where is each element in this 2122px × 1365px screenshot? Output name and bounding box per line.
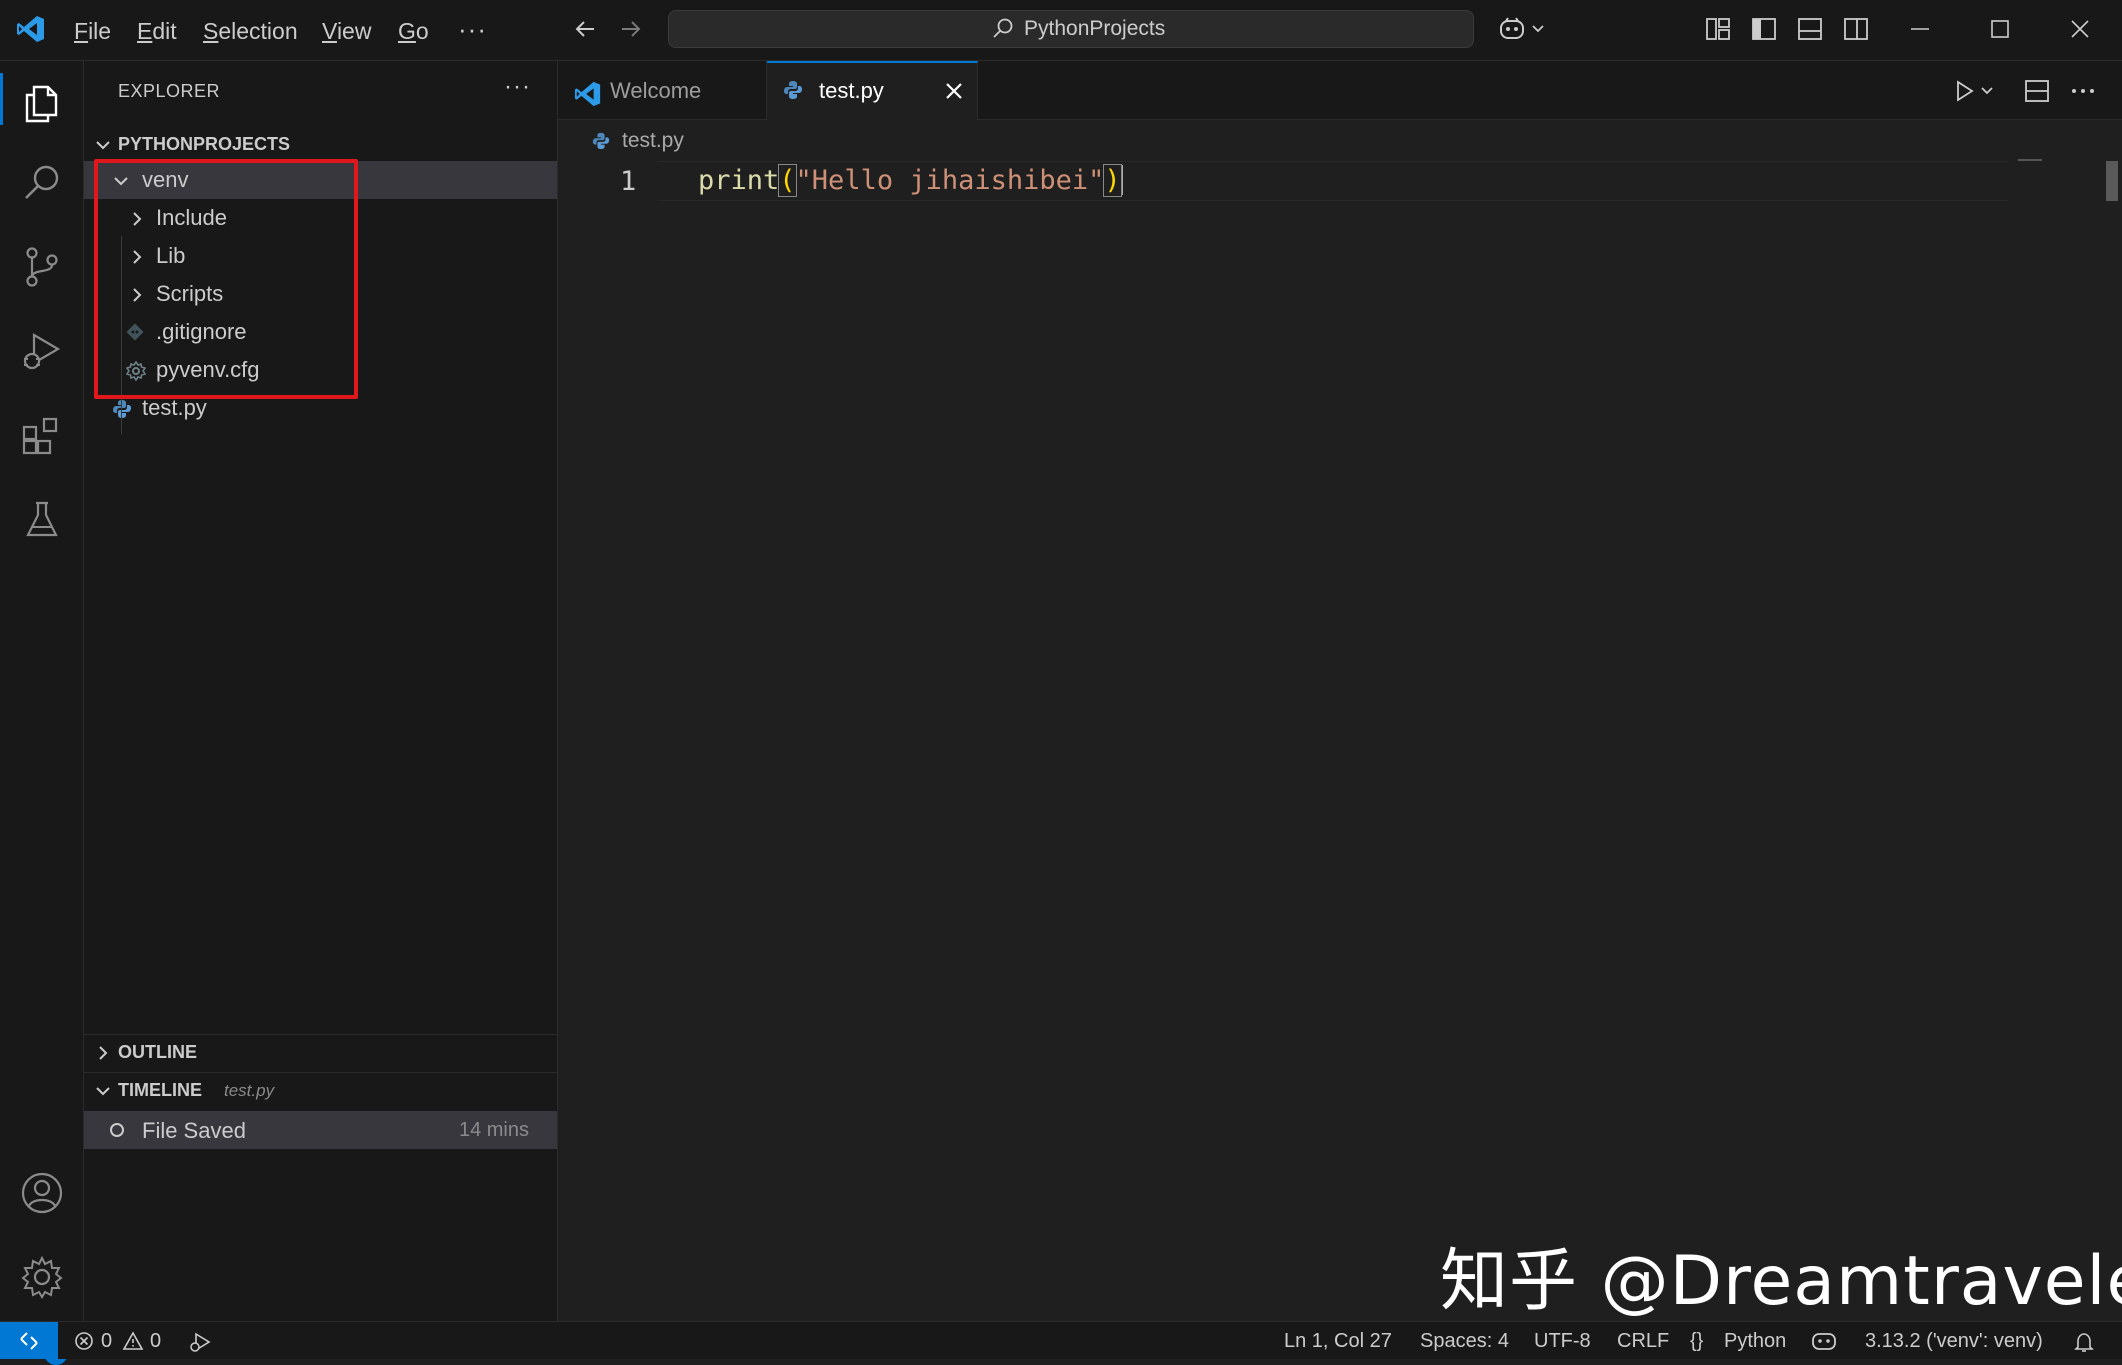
- editor-area: Welcome test.py test.py 1 print("Hello j…: [558, 61, 2122, 1321]
- copilot-icon[interactable]: [1498, 16, 1546, 42]
- testing-flask-icon[interactable]: [20, 497, 64, 541]
- extensions-icon[interactable]: [20, 413, 64, 457]
- language-braces-icon[interactable]: {}: [1690, 1330, 1703, 1353]
- outline-section-header[interactable]: OUTLINE: [84, 1035, 557, 1069]
- accounts-icon[interactable]: [20, 1171, 64, 1215]
- menu-go[interactable]: Go: [398, 16, 429, 46]
- cursor-position[interactable]: Ln 1, Col 27: [1284, 1330, 1392, 1353]
- close-tab-icon[interactable]: [943, 80, 965, 102]
- timeline-entry[interactable]: File Saved 14 mins: [84, 1111, 557, 1149]
- title-bar: File Edit Selection View Go ··· PythonPr…: [0, 0, 2122, 61]
- maximize-icon[interactable]: [1988, 16, 2012, 42]
- toggle-panel-icon[interactable]: [1797, 16, 1823, 42]
- more-menu-button[interactable]: ···: [458, 14, 487, 45]
- timeline-section-header[interactable]: TIMELINE test.py: [84, 1073, 557, 1107]
- minimize-icon[interactable]: [1908, 16, 1932, 42]
- menu-selection[interactable]: Selection: [203, 16, 298, 46]
- vertical-scrollbar[interactable]: [2106, 161, 2118, 201]
- settings-gear-icon[interactable]: [20, 1255, 64, 1299]
- error-count[interactable]: 0: [101, 1330, 112, 1353]
- chevron-down-icon: [94, 1082, 112, 1100]
- token-bracket-open: (: [778, 164, 797, 197]
- activity-bar: 1: [0, 61, 84, 1365]
- explorer-icon[interactable]: [0, 73, 64, 125]
- toggle-secondary-sidebar-icon[interactable]: [1843, 16, 1869, 42]
- python-icon: [592, 132, 610, 150]
- debug-launch-icon[interactable]: [188, 1331, 212, 1353]
- source-control-icon[interactable]: [20, 245, 64, 289]
- warning-icon[interactable]: [122, 1331, 144, 1351]
- explorer-more-actions-button[interactable]: ···: [504, 73, 531, 101]
- python-icon: [112, 399, 132, 419]
- menu-edit[interactable]: Edit: [137, 16, 177, 46]
- status-bar: 0 0 Ln 1, Col 27 Spaces: 4 UTF-8 CRLF {}…: [0, 1321, 2122, 1359]
- token-function: print: [698, 165, 780, 196]
- menu-view[interactable]: View: [322, 16, 371, 46]
- end-of-line[interactable]: CRLF: [1617, 1330, 1669, 1353]
- indentation[interactable]: Spaces: 4: [1420, 1330, 1509, 1353]
- forward-arrow-icon[interactable]: [618, 16, 644, 42]
- remote-button[interactable]: [0, 1322, 58, 1359]
- explorer-title: EXPLORER: [118, 81, 221, 101]
- explorer-sidebar: EXPLORER ··· PYTHONPROJECTS venv Include…: [84, 61, 558, 1321]
- back-arrow-icon[interactable]: [572, 16, 598, 42]
- chevron-right-icon: [94, 1044, 112, 1062]
- toggle-primary-sidebar-icon[interactable]: [1751, 16, 1777, 42]
- search-icon[interactable]: [20, 161, 64, 205]
- text-cursor: [1120, 165, 1123, 195]
- search-icon: [991, 17, 1015, 41]
- annotation-highlight-box: [94, 159, 358, 399]
- run-and-debug-icon[interactable]: [20, 329, 64, 373]
- warning-count[interactable]: 0: [150, 1330, 161, 1353]
- python-interpreter[interactable]: 3.13.2 ('venv': venv): [1865, 1330, 2043, 1353]
- copilot-status-icon[interactable]: [1811, 1331, 1837, 1351]
- watermark: 知乎 @Dreamtraveler: [1440, 1242, 2122, 1321]
- code-editor[interactable]: 1 print("Hello jihaishibei"): [558, 161, 2088, 1321]
- project-folder-header[interactable]: PYTHONPROJECTS: [84, 127, 557, 161]
- vscode-logo-icon: [574, 80, 602, 108]
- split-editor-icon[interactable]: [2024, 79, 2050, 103]
- run-python-file-icon[interactable]: [1954, 79, 1998, 103]
- encoding[interactable]: UTF-8: [1534, 1330, 1591, 1353]
- search-text: PythonProjects: [1024, 17, 1166, 40]
- menu-file[interactable]: File: [74, 16, 111, 46]
- bell-icon[interactable]: [2073, 1331, 2095, 1353]
- customize-layout-icon[interactable]: [1705, 16, 1731, 42]
- minimap[interactable]: [2018, 159, 2042, 161]
- close-window-icon[interactable]: [2068, 16, 2092, 42]
- vscode-logo-icon: [16, 14, 46, 44]
- command-center-search[interactable]: PythonProjects: [668, 10, 1474, 48]
- remote-icon: [18, 1330, 40, 1352]
- token-bracket-close: ): [1103, 164, 1122, 197]
- timeline-file-label: test.py: [224, 1081, 275, 1100]
- circle-icon: [110, 1123, 124, 1137]
- more-actions-icon[interactable]: [2070, 79, 2096, 103]
- tab-test-py[interactable]: test.py: [767, 61, 978, 120]
- tab-welcome[interactable]: Welcome: [558, 61, 767, 119]
- token-string: "Hello jihaishibei": [795, 165, 1105, 196]
- python-icon: [783, 80, 803, 100]
- language-mode[interactable]: Python: [1724, 1330, 1786, 1353]
- code-line[interactable]: print("Hello jihaishibei"): [698, 164, 1123, 197]
- chevron-down-icon: [94, 136, 112, 154]
- line-number: 1: [620, 166, 637, 197]
- error-icon[interactable]: [74, 1331, 94, 1351]
- editor-tab-bar: Welcome test.py: [558, 61, 2122, 120]
